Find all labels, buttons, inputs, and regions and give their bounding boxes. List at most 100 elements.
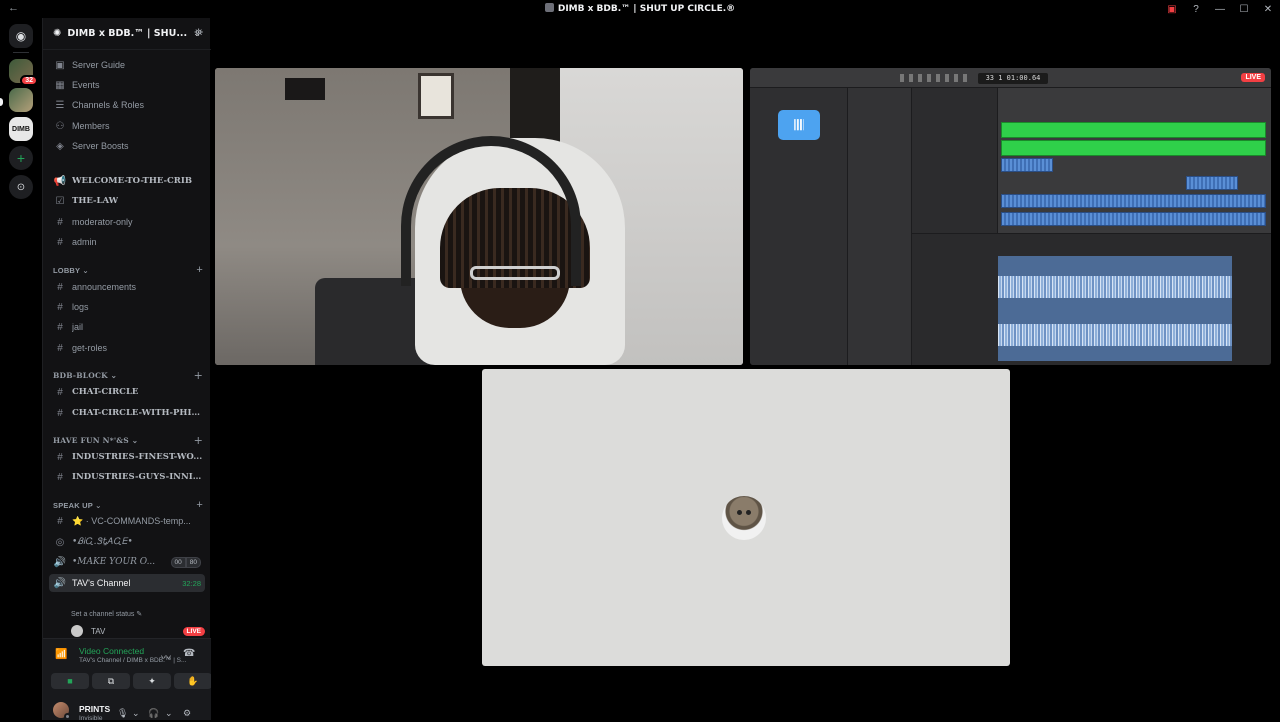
screen-share-tile[interactable]: 33 1 01:00.64 𝄃𝄃𝄃 LIVE [750,68,1271,365]
audio-region [1001,158,1053,172]
create-channel-icon[interactable]: + [196,264,203,276]
disconnect-icon[interactable]: ☎ [183,648,195,659]
close-button[interactable]: ✕ [1256,4,1280,15]
channel-industries-finest[interactable]: # INDUSTRIES-FINEST-WO... [49,448,205,466]
call-timer: 32:28 [182,578,201,588]
channel-label: moderator-only [72,217,133,227]
signal-icon[interactable]: 📶 [55,649,67,660]
user-count: 00 [170,556,186,568]
camera-scene-frame [418,73,454,119]
channel-tavs-channel[interactable]: 🔊 TAV's Channel 32:28 [49,574,205,592]
channel-label: •ᏰᎥᏩ.ᏕᎿᎪᏩᎬ• [72,537,133,547]
item-label: Channels & Roles [72,100,145,110]
avatar [722,496,766,540]
user-limit-pill: 00 80 [170,556,201,568]
maximize-button[interactable]: ☐ [1232,4,1256,15]
hash-icon: # [57,515,63,527]
channel-admin[interactable]: # admin [49,233,205,251]
audio-waveform [998,256,1232,361]
channel-moderator-only[interactable]: # moderator-only [49,213,205,231]
activities-button[interactable]: ✦ [133,673,171,689]
channel-jail[interactable]: # jail [49,318,205,336]
channel-label: CHAT-CIRCLE [72,387,139,397]
avatar-eye [746,510,751,515]
settings-gear-icon[interactable]: ⚙ [183,708,191,719]
hash-icon: # [57,301,63,313]
server-header[interactable]: ✺ DIMB x BDB.™ | SHU... ⌄ ⛯ [43,18,211,50]
create-channel-icon[interactable]: + [194,369,203,382]
speaker-icon: 🔊 [53,556,67,568]
chevron-down-icon[interactable]: ⌄ [132,708,140,719]
voice-status-title[interactable]: Video Connected [79,646,144,656]
screen-share-button[interactable]: ⧉ [92,673,130,689]
hash-icon: # [57,342,63,354]
server-boost-icon: ✺ [53,28,62,39]
channel-sidebar: ✺ DIMB x BDB.™ | SHU... ⌄ ⛯ ▣ Server Guid… [42,18,212,722]
hash-icon: # [57,236,63,248]
sidebar-item-server-guide[interactable]: ▣ Server Guide [49,56,205,74]
hash-icon: # [57,407,63,419]
username[interactable]: PRINTS [79,704,110,714]
channel-chat-circle-with-phil[interactable]: # CHAT-CIRCLE-WITH-PHIL... [49,404,205,422]
channel-the-law[interactable]: ☑ THE-LAW [49,192,205,210]
channel-make-your-own[interactable]: 🔊 •MAKE YOUR O... 00 80 [49,553,205,571]
channel-chat-circle[interactable]: # CHAT-CIRCLE [49,383,205,401]
category-bdb-block[interactable]: BDB-BLOCK ⌄ + [53,369,203,383]
explore-servers-icon[interactable]: ⊙ [9,175,33,199]
sidebar-item-server-boosts[interactable]: ◈ Server Boosts [49,137,205,155]
channel-label: jail [72,322,84,332]
camera-button[interactable]: ■ [51,673,89,689]
sidebar-item-events[interactable]: ▦ Events [49,76,205,94]
channel-status[interactable]: Set a channel status ✎ [71,610,142,618]
user-limit: 80 [185,556,201,568]
audio-region [1001,212,1266,226]
category-label: LOBBY ⌄ [53,266,89,275]
channel-logs[interactable]: # logs [49,298,205,316]
daw-track-headers [912,88,998,233]
voice-user-tav[interactable]: TAV LIVE [71,624,205,638]
channel-big-stage[interactable]: ◎ •ᏰᎥᏩ.ᏕᎿᎪᏩᎬ• [49,533,205,551]
server-icon [544,3,554,12]
server-icon-1[interactable]: 32 [9,59,38,86]
channel-announcements[interactable]: # announcements [49,278,205,296]
title-bar: ← DIMB x BDB.™ | SHUT UP CIRCLE.® ▣ ? — … [0,0,1280,18]
category-have-fun[interactable]: HAVE FUN N*'&S ⌄ + [53,434,203,448]
window-title-text: DIMB x BDB.™ | SHUT UP CIRCLE.® [557,4,736,14]
live-badge: LIVE [182,626,205,636]
sidebar-item-members[interactable]: ⚇ Members [49,117,205,135]
waveform-icon: 𝄃𝄃𝄃 [778,110,820,140]
announcement-icon: 📢 [53,175,67,187]
add-server-icon[interactable]: + [9,146,33,170]
channel-vc-commands[interactable]: # ⭐ · VC-COMMANDS-temp... [49,512,205,530]
voice-user-name: TAV [91,626,106,636]
hash-icon: # [57,386,63,398]
channel-get-roles[interactable]: # get-roles [49,339,205,357]
category-lobby[interactable]: LOBBY ⌄ + [53,264,203,278]
microphone-icon[interactable]: 🎙 [117,708,128,719]
soundboard-button[interactable]: ✋ [174,673,212,689]
hash-icon: # [57,281,63,293]
minimize-button[interactable]: — [1208,4,1232,15]
create-channel-icon[interactable]: + [196,499,203,511]
server-icon-2[interactable] [9,88,33,112]
video-stage: 33 1 01:00.64 𝄃𝄃𝄃 LIVE [211,18,1280,720]
noise-suppression-icon[interactable]: 〰 [161,649,171,664]
inbox-icon[interactable]: ▣ [1160,4,1184,15]
sidebar-item-channels-roles[interactable]: ☰ Channels & Roles [49,96,205,114]
daw-inspector [848,88,912,365]
help-icon[interactable]: ? [1184,4,1208,15]
camera-scene-tv [285,78,325,100]
server-icon-dimb[interactable]: DIMB [9,117,33,141]
chevron-down-icon[interactable]: ⌄ [165,708,173,719]
camera-video-tile[interactable] [215,68,743,365]
channel-industries-guys[interactable]: # INDUSTRIES-GUYS-INNIT... [49,468,205,486]
participant-avatar-tile[interactable] [482,369,1010,666]
discord-home-icon[interactable]: ◉ [9,24,33,48]
headset-icon[interactable]: 🎧 [148,708,159,719]
channel-welcome-to-the-crib[interactable]: 📢 WELCOME-TO-THE-CRIB [49,172,205,190]
members-icon: ⚇ [55,120,65,132]
audio-region [1186,176,1238,190]
voice-connection-panel: 📶 Video Connected TAV's Channel / DIMB x… [43,638,212,698]
create-channel-icon[interactable]: + [194,434,203,447]
invite-icon[interactable]: ⛯ [194,27,203,40]
